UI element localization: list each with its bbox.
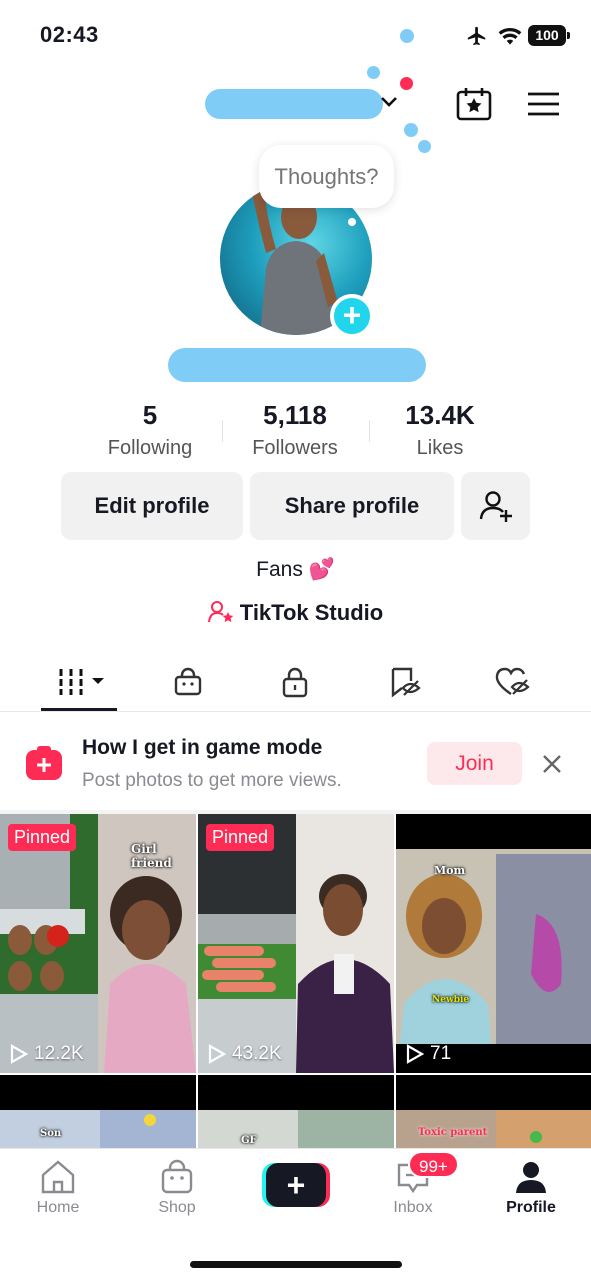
video-thumbnail[interactable]: Pinned 43.2K — [198, 814, 394, 1073]
pinned-badge: Pinned — [206, 824, 275, 851]
username-redaction — [205, 89, 383, 119]
thumbnail-art — [0, 1075, 196, 1148]
play-icon — [10, 1044, 28, 1064]
post-promo-icon — [26, 746, 62, 780]
stat-likes[interactable]: 13.4K Likes — [365, 400, 515, 460]
promo-subtitle: Post photos to get more views. — [82, 770, 342, 791]
view-count: 71 — [406, 1043, 451, 1065]
tab-shop[interactable] — [158, 660, 218, 704]
bio-text: Fans 💕 — [256, 558, 335, 581]
create-button[interactable]: + — [262, 1163, 330, 1207]
stat-value: 5 — [142, 400, 158, 430]
videos-grid-icon — [59, 669, 104, 695]
share-profile-button[interactable]: Share profile — [250, 472, 454, 540]
view-count-value: 71 — [430, 1043, 452, 1064]
video-caption: Mom — [434, 864, 466, 877]
video-thumbnail[interactable]: GF — [198, 1075, 394, 1148]
studio-label: TikTok Studio — [239, 600, 384, 625]
nav-shop[interactable]: Shop — [127, 1159, 227, 1217]
stat-followers[interactable]: 5,118 Followers — [220, 400, 370, 460]
thumbnail-art — [198, 814, 394, 1073]
view-count-value: 12.2K — [34, 1043, 84, 1064]
decor-dot — [400, 29, 414, 43]
add-avatar-button[interactable]: + — [330, 294, 374, 338]
edit-profile-button[interactable]: Edit profile — [61, 472, 243, 540]
tab-reposts[interactable] — [375, 660, 435, 704]
create-button-face: + — [266, 1163, 326, 1207]
calendar-star-icon[interactable] — [455, 86, 493, 122]
home-icon — [41, 1160, 75, 1194]
video-thumbnail[interactable]: Mom Newbie 71 — [396, 814, 591, 1073]
join-button[interactable]: Join — [427, 742, 522, 785]
nav-label: Shop — [158, 1199, 196, 1216]
heart-hidden-icon — [495, 667, 530, 695]
promo-title: How I get in game mode — [82, 736, 323, 759]
view-count: 43.2K — [208, 1043, 282, 1065]
thumbnail-art — [396, 814, 591, 1073]
bubble-tail-dot — [348, 218, 356, 226]
tab-private[interactable] — [265, 660, 325, 704]
tab-liked[interactable] — [482, 660, 542, 704]
lock-icon — [282, 667, 308, 698]
wifi-icon — [498, 27, 522, 45]
nav-label: Home — [36, 1199, 80, 1216]
add-friend-button[interactable] — [461, 472, 530, 540]
video-thumbnail[interactable]: Son — [0, 1075, 196, 1148]
close-icon[interactable] — [541, 753, 563, 775]
airplane-icon — [467, 26, 486, 46]
add-user-icon — [479, 491, 512, 522]
view-count-value: 43.2K — [232, 1043, 282, 1064]
nav-label: Inbox — [393, 1199, 433, 1216]
stat-label: Following — [107, 437, 193, 459]
nav-label: Profile — [506, 1199, 556, 1216]
video-caption: Newbie — [432, 995, 470, 1005]
menu-icon[interactable] — [527, 91, 560, 117]
home-indicator — [190, 1261, 402, 1268]
video-caption: Son — [40, 1128, 62, 1139]
pinned-badge: Pinned — [8, 824, 77, 851]
decor-dot — [404, 123, 418, 137]
thumbnail-art — [198, 1075, 394, 1148]
stat-label: Likes — [416, 437, 464, 459]
thoughts-bubble[interactable]: Thoughts? — [259, 145, 394, 208]
tiktok-studio-link[interactable]: TikTok Studio — [0, 600, 591, 626]
decor-dot — [367, 66, 380, 79]
battery-indicator: 100 — [528, 25, 570, 46]
bookmark-hidden-icon — [391, 667, 421, 698]
divider — [0, 711, 591, 712]
stat-following[interactable]: 5 Following — [75, 400, 225, 460]
shop-bag-icon — [161, 1159, 193, 1194]
stat-value: 5,118 — [263, 400, 327, 430]
tab-videos[interactable] — [50, 660, 110, 704]
view-count: 12.2K — [10, 1043, 84, 1065]
nav-home[interactable]: Home — [8, 1159, 108, 1217]
nav-profile[interactable]: Profile — [481, 1159, 581, 1217]
decor-dot — [418, 140, 431, 153]
stat-label: Followers — [252, 437, 338, 459]
video-thumbnail[interactable]: Pinned Girl friend 12.2K — [0, 814, 196, 1073]
play-icon — [208, 1044, 226, 1064]
stat-value: 13.4K — [405, 400, 475, 430]
video-caption: Girl friend — [131, 842, 172, 870]
shop-bag-icon — [174, 667, 202, 696]
studio-icon — [207, 601, 234, 623]
video-caption: Toxic parent — [418, 1127, 488, 1138]
display-name-redaction — [168, 348, 426, 382]
profile-icon — [516, 1162, 546, 1193]
video-thumbnail[interactable]: Toxic parent — [396, 1075, 591, 1148]
inbox-badge: 99+ — [408, 1151, 459, 1178]
chevron-down-icon[interactable] — [378, 94, 400, 110]
notification-dot — [400, 77, 413, 90]
play-icon — [406, 1044, 424, 1064]
status-time: 02:43 — [40, 22, 99, 47]
video-caption: GF — [241, 1135, 257, 1146]
